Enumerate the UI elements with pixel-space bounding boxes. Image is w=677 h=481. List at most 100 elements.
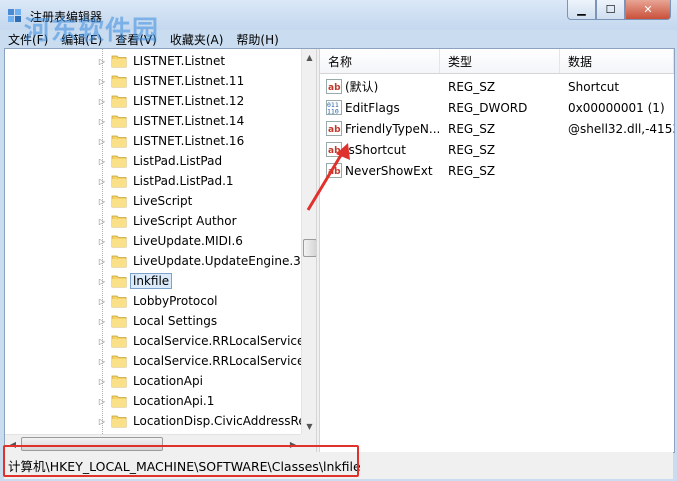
tree-item[interactable]: ▷ ListPad.ListPad.1 <box>5 171 301 191</box>
tree-item[interactable]: ▷ LiveScript Author <box>5 211 301 231</box>
folder-icon <box>111 235 127 248</box>
value-data <box>568 139 674 160</box>
expand-arrow-icon[interactable]: ▷ <box>98 151 106 171</box>
scroll-up-icon[interactable]: ▲ <box>302 49 316 65</box>
tree-item[interactable]: ▷ LocalService.RRLocalService <box>5 331 301 351</box>
column-header-type[interactable]: 类型 <box>440 49 560 73</box>
value-type: REG_SZ <box>448 163 496 178</box>
expand-arrow-icon[interactable]: ▷ <box>98 351 106 371</box>
expand-arrow-icon[interactable]: ▷ <box>98 211 106 231</box>
tree-item-label[interactable]: LISTNET.Listnet.14 <box>130 113 247 129</box>
expand-arrow-icon[interactable]: ▷ <box>98 231 106 251</box>
menu-help[interactable]: 帮助(H) <box>230 31 285 48</box>
svg-text:110: 110 <box>327 108 339 116</box>
value-row[interactable]: ab NeverShowExt REG_SZ <box>320 160 674 181</box>
registry-editor-client: ▷ LISTNET.Listnet ▷ LISTNET.Listnet.11 ▷ LIST… <box>4 48 675 453</box>
minimize-icon: ▁ <box>577 3 586 16</box>
maximize-button[interactable]: ☐ <box>596 0 625 20</box>
tree-item-label[interactable]: lnkfile <box>130 273 173 289</box>
value-row[interactable]: ab (默认) REG_SZ Shortcut <box>320 76 674 97</box>
tree-item-label[interactable]: LiveScript Author <box>130 213 240 229</box>
tree-item[interactable]: ▷ LocationApi <box>5 371 301 391</box>
expand-arrow-icon[interactable]: ▷ <box>98 91 106 111</box>
tree-item[interactable]: ▷ LocalService.RRLocalService.1 <box>5 351 301 371</box>
tree-item-label[interactable]: LocalService.RRLocalService <box>130 333 301 349</box>
tree-item[interactable]: ▷ LISTNET.Listnet.14 <box>5 111 301 131</box>
tree-item[interactable]: ▷ Local Settings <box>5 311 301 331</box>
expand-arrow-icon[interactable]: ▷ <box>98 191 106 211</box>
tree-vscroll-thumb[interactable] <box>303 239 316 257</box>
expand-arrow-icon[interactable]: ▷ <box>98 51 106 71</box>
tree-item-label[interactable]: Local Settings <box>130 313 220 329</box>
regedit-app-icon <box>8 9 21 22</box>
tree-vertical-scrollbar[interactable]: ▲ ▼ <box>301 49 316 434</box>
value-type: REG_DWORD <box>448 100 528 115</box>
tree-item-label[interactable]: LISTNET.Listnet.16 <box>130 133 247 149</box>
expand-arrow-icon[interactable]: ▷ <box>98 271 106 291</box>
tree-item[interactable]: ▷ LiveUpdate.UpdateEngine.3 <box>5 251 301 271</box>
close-button[interactable]: ✕ <box>625 0 671 20</box>
tree-item[interactable]: ▷ ListPad.ListPad <box>5 151 301 171</box>
expand-arrow-icon[interactable]: ▷ <box>98 331 106 351</box>
menu-file[interactable]: 文件(F) <box>0 31 55 48</box>
expand-arrow-icon[interactable]: ▷ <box>98 371 106 391</box>
expand-arrow-icon[interactable]: ▷ <box>98 411 106 431</box>
tree-item[interactable]: ▷ LISTNET.Listnet.12 <box>5 91 301 111</box>
expand-arrow-icon[interactable]: ▷ <box>98 251 106 271</box>
folder-icon <box>111 135 127 148</box>
tree-item-label[interactable]: LocationApi <box>130 373 206 389</box>
tree-item[interactable]: ▷ LiveScript <box>5 191 301 211</box>
column-header-name[interactable]: 名称 <box>320 49 440 73</box>
tree-item[interactable]: ▷ LiveUpdate.MIDI.6 <box>5 231 301 251</box>
expand-arrow-icon[interactable]: ▷ <box>98 391 106 411</box>
maximize-icon: ☐ <box>605 3 616 16</box>
expand-arrow-icon[interactable]: ▷ <box>98 71 106 91</box>
tree-item-label[interactable]: LocationDisp.CivicAddressRe <box>130 413 301 429</box>
value-row[interactable]: ab FriendlyTypeN... REG_SZ @shell32.dll,-41… <box>320 118 674 139</box>
expand-arrow-icon[interactable]: ▷ <box>98 291 106 311</box>
window-title: 注册表编辑器 <box>30 10 103 24</box>
annotation-arrow-icon <box>306 143 350 211</box>
folder-icon <box>111 195 127 208</box>
scroll-down-icon[interactable]: ▼ <box>302 418 316 434</box>
tree-item-label[interactable]: ListPad.ListPad.1 <box>130 173 237 189</box>
folder-icon <box>111 275 127 288</box>
tree-item-label[interactable]: LISTNET.Listnet <box>130 53 228 69</box>
minimize-button[interactable]: ▁ <box>567 0 596 20</box>
tree-item[interactable]: ▷ LobbyProtocol <box>5 291 301 311</box>
menu-edit[interactable]: 编辑(E) <box>55 31 109 48</box>
tree-item-label[interactable]: LocationApi.1 <box>130 393 217 409</box>
tree-item[interactable]: ▷ LocationApi.1 <box>5 391 301 411</box>
value-data <box>568 160 674 181</box>
values-list-header: 名称 类型 数据 <box>320 49 674 74</box>
value-data: Shortcut <box>568 79 620 94</box>
tree-item[interactable]: ▷ LISTNET.Listnet.16 <box>5 131 301 151</box>
expand-arrow-icon[interactable]: ▷ <box>98 131 106 151</box>
tree-item-label[interactable]: LISTNET.Listnet.11 <box>130 73 247 89</box>
tree-item-label[interactable]: LocalService.RRLocalService.1 <box>130 353 301 369</box>
tree-item-label[interactable]: LISTNET.Listnet.12 <box>130 93 247 109</box>
column-header-data[interactable]: 数据 <box>560 49 674 73</box>
menu-view[interactable]: 查看(V) <box>109 31 164 48</box>
value-row[interactable]: ab IsShortcut REG_SZ <box>320 139 674 160</box>
tree-item[interactable]: ▷ LISTNET.Listnet <box>5 51 301 71</box>
expand-arrow-icon[interactable]: ▷ <box>98 171 106 191</box>
folder-icon <box>111 355 127 368</box>
value-name: FriendlyTypeN... <box>345 121 440 136</box>
tree-item-label[interactable]: LiveUpdate.UpdateEngine.3 <box>130 253 301 269</box>
tree-item[interactable]: ▷ LocationDisp.CivicAddressRe <box>5 411 301 431</box>
expand-arrow-icon[interactable]: ▷ <box>98 311 106 331</box>
tree-item[interactable]: ▷ lnkfile <box>5 271 301 291</box>
value-row[interactable]: 011 110 EditFlags REG_DWORD 0x00000001 (1) <box>320 97 674 118</box>
folder-icon <box>111 395 127 408</box>
folder-icon <box>111 215 127 228</box>
menu-bar: 文件(F) 编辑(E) 查看(V) 收藏夹(A) 帮助(H) <box>0 30 677 48</box>
expand-arrow-icon[interactable]: ▷ <box>98 111 106 131</box>
menu-favorites[interactable]: 收藏夹(A) <box>164 31 231 48</box>
tree-item-label[interactable]: LobbyProtocol <box>130 293 221 309</box>
title-bar[interactable]: 注册表编辑器 ▁ ☐ ✕ <box>0 0 677 30</box>
tree-item[interactable]: ▷ LISTNET.Listnet.11 <box>5 71 301 91</box>
tree-item-label[interactable]: ListPad.ListPad <box>130 153 225 169</box>
tree-item-label[interactable]: LiveScript <box>130 193 195 209</box>
tree-item-label[interactable]: LiveUpdate.MIDI.6 <box>130 233 246 249</box>
